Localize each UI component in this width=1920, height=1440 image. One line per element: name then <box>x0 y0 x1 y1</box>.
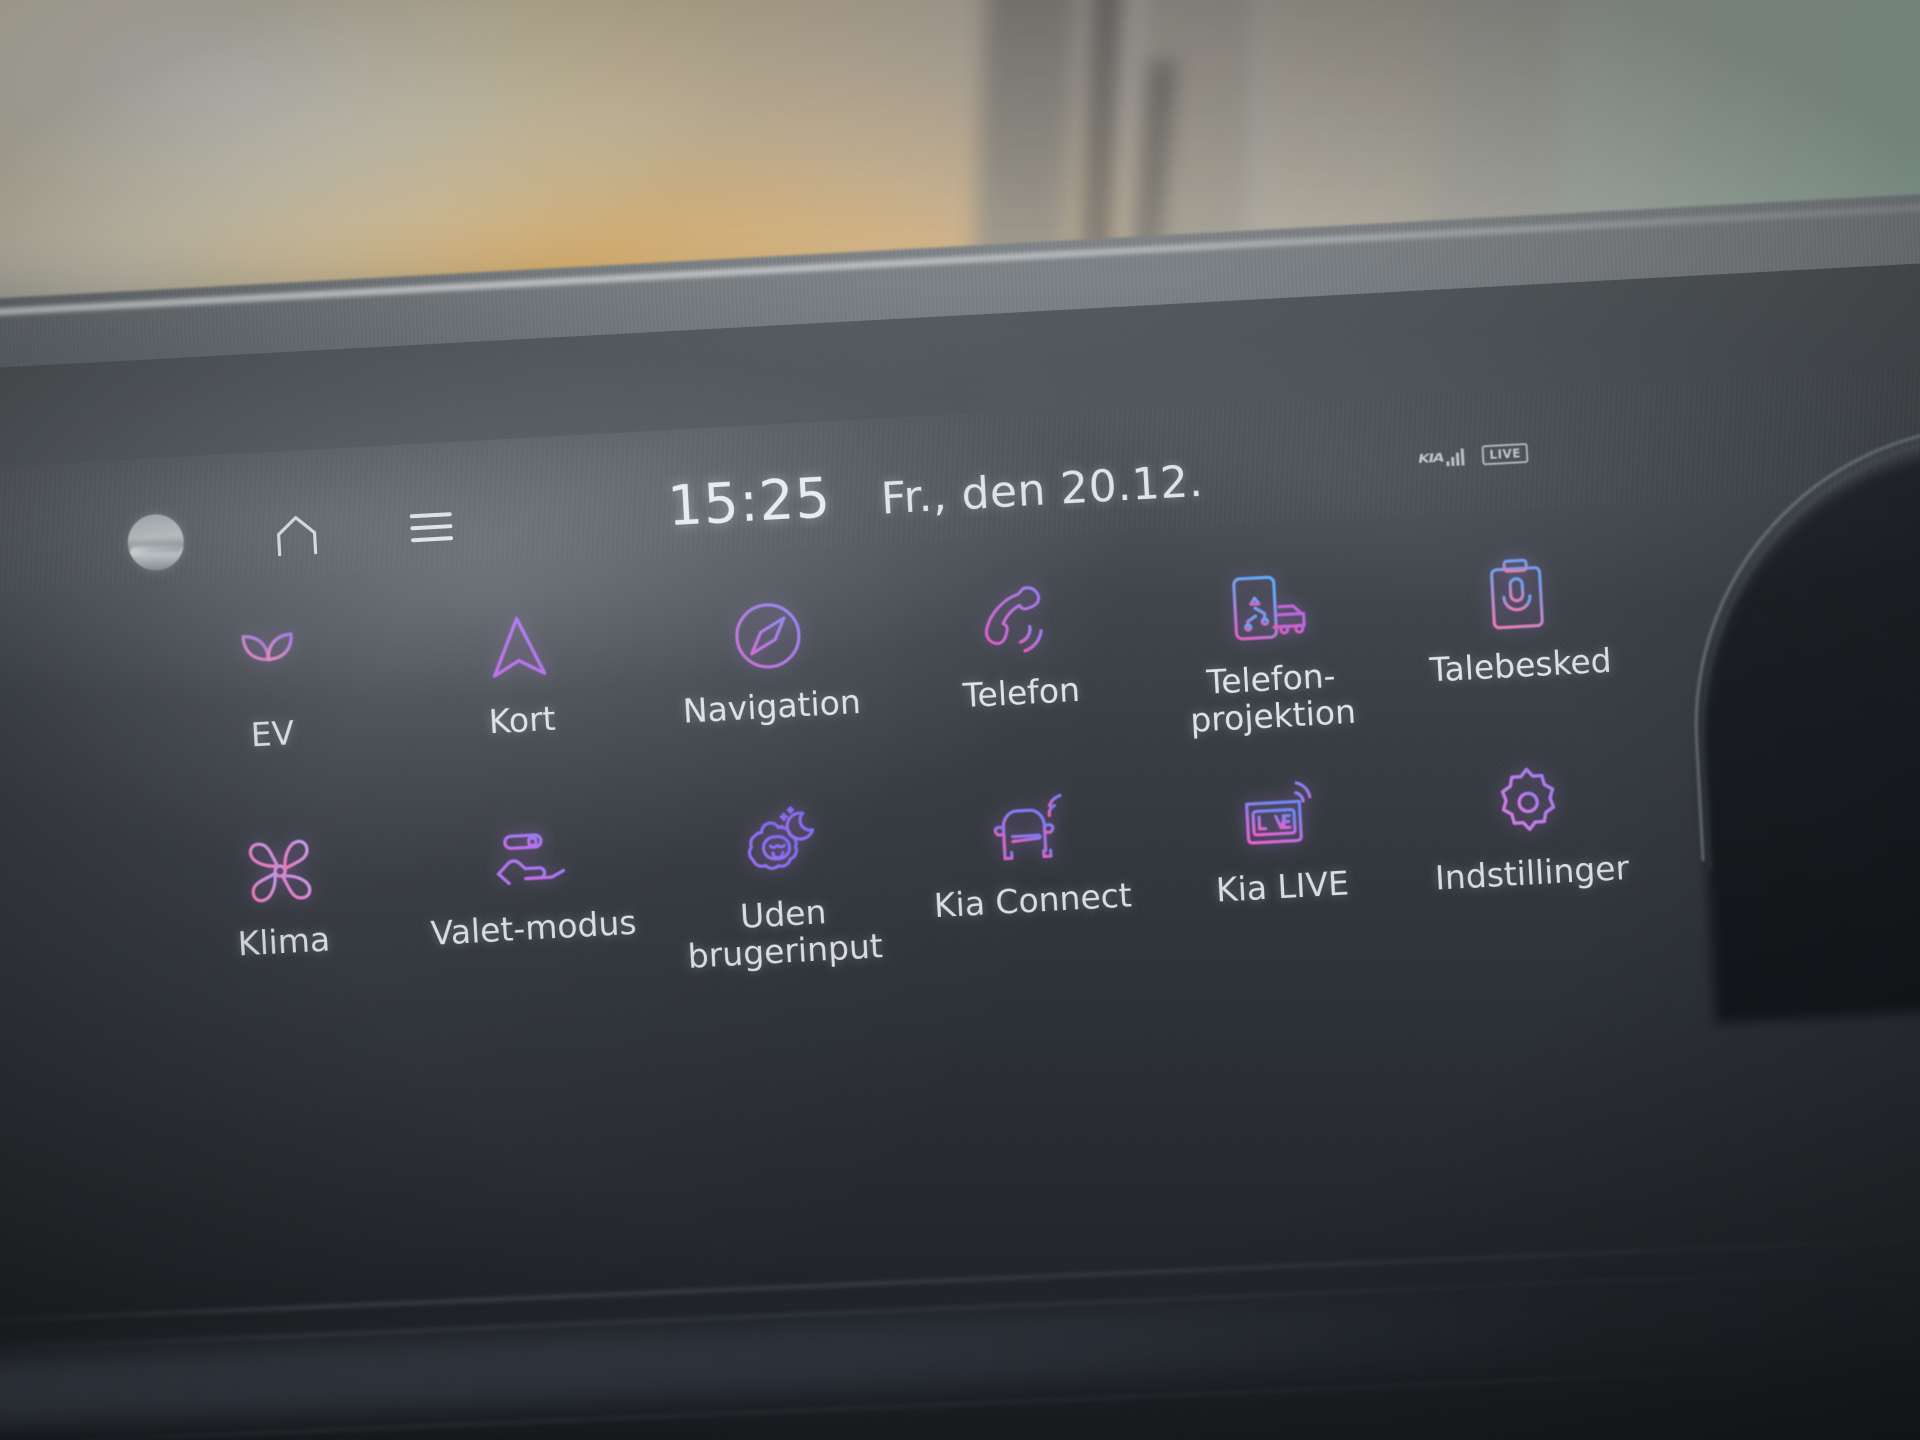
phone-handset-icon <box>974 579 1060 665</box>
app-tile-navigation[interactable]: Navigation <box>641 588 900 769</box>
live-status-badge: LIVE <box>1481 442 1529 466</box>
infotainment-screen: 15:25 Fr., den 20.12. KIA LIVE EV Kort N… <box>0 369 1818 1227</box>
app-tile-uden-brugerinput[interactable]: Uden brugerinput <box>652 796 911 977</box>
voice-memo-icon <box>1474 552 1560 638</box>
signal-strength-bars <box>1446 447 1465 467</box>
live-signal-icon <box>1235 773 1321 859</box>
compass-icon <box>725 593 811 679</box>
status-bar-left-icons <box>126 498 455 572</box>
hand-key-icon <box>487 814 573 900</box>
app-label: Navigation <box>681 681 862 731</box>
profile-avatar-icon[interactable] <box>126 512 186 572</box>
app-label: Telefon- projektion <box>1189 655 1357 740</box>
app-label: Telefon <box>961 669 1081 716</box>
app-tile-kia-live[interactable]: Kia LIVE <box>1152 768 1411 949</box>
app-tile-indstillinger[interactable]: Indstillinger <box>1401 754 1660 935</box>
sleeping-sheep-icon <box>736 800 822 886</box>
gear-icon <box>1485 759 1571 845</box>
infotainment-photo: 15:25 Fr., den 20.12. KIA LIVE EV Kort N… <box>0 0 1920 1440</box>
kia-wordmark: KIA <box>1417 450 1445 467</box>
hamburger-menu-icon[interactable] <box>409 509 455 545</box>
signal-bars-icon: KIA <box>1417 447 1465 467</box>
app-grid: EV Kort Navigation Telefon Telefon- proj… <box>142 547 1660 1005</box>
app-label: Valet-modus <box>429 902 638 953</box>
app-label: Uden brugerinput <box>686 892 884 976</box>
clock-and-date: 15:25 Fr., den 20.12. <box>666 445 1205 538</box>
app-tile-telefon[interactable]: Telefon <box>890 574 1149 755</box>
app-tile-ev[interactable]: EV <box>142 616 401 797</box>
clock-date: Fr., den 20.12. <box>879 455 1205 525</box>
status-bar-right-icons: KIA LIVE <box>1417 442 1529 469</box>
app-label: Indstillinger <box>1434 847 1631 898</box>
connected-car-icon <box>986 787 1072 873</box>
app-label: Kia LIVE <box>1214 863 1350 910</box>
app-tile-valet-modus[interactable]: Valet-modus <box>403 809 662 990</box>
app-tile-klima[interactable]: Klima <box>153 823 412 1004</box>
app-label: Kort <box>487 698 557 742</box>
app-tile-talebesked[interactable]: Talebesked <box>1390 547 1649 728</box>
app-label: Kia Connect <box>932 875 1133 926</box>
app-label: EV <box>249 713 296 755</box>
app-label: Talebesked <box>1428 640 1613 690</box>
app-tile-kort[interactable]: Kort <box>391 602 650 783</box>
navigation-arrow-icon <box>475 606 561 692</box>
plant-sprout-icon <box>225 620 311 706</box>
app-tile-kia-connect[interactable]: Kia Connect <box>902 782 1161 963</box>
phone-projection-icon <box>1224 565 1310 651</box>
app-label: Klima <box>236 919 332 964</box>
app-tile-telefon-projektion[interactable]: Telefon- projektion <box>1140 561 1399 742</box>
fan-icon <box>237 828 323 914</box>
home-icon[interactable] <box>273 512 321 557</box>
clock-time: 15:25 <box>665 465 833 539</box>
